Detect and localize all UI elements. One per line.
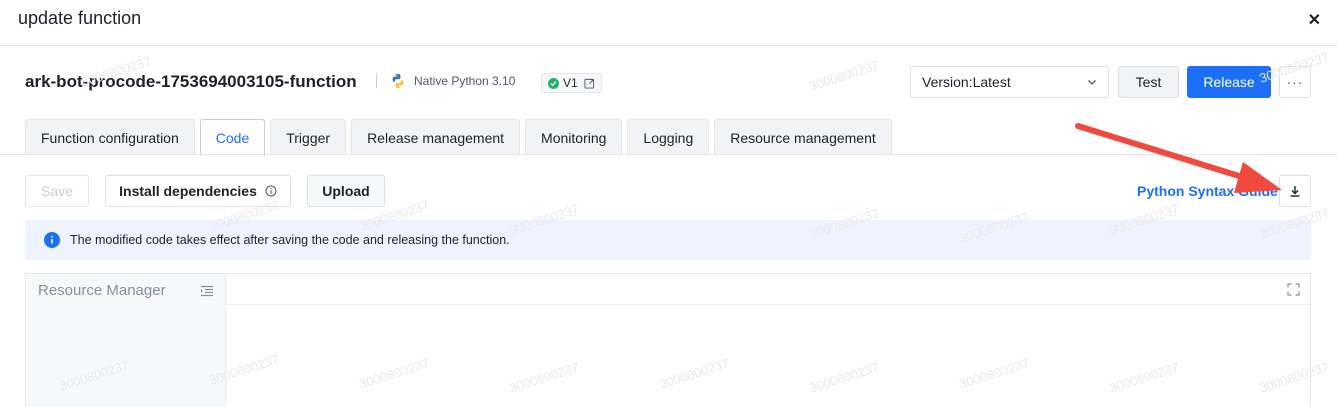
release-button[interactable]: Release xyxy=(1187,66,1271,98)
tab-logging[interactable]: Logging xyxy=(627,119,710,155)
version-badge-label: V1 xyxy=(563,76,578,90)
tab-release-management[interactable]: Release management xyxy=(351,119,521,155)
tab-function-configuration[interactable]: Function configuration xyxy=(25,119,195,155)
info-notice: The modified code takes effect after sav… xyxy=(25,220,1311,260)
download-button[interactable] xyxy=(1279,175,1311,207)
dialog-header: update function ✕ xyxy=(0,0,1337,46)
close-icon[interactable]: ✕ xyxy=(1308,10,1321,30)
resource-manager-panel: Resource Manager xyxy=(26,274,226,407)
python-icon xyxy=(392,74,404,88)
info-outline-icon xyxy=(265,185,277,197)
version-select-value: Version:Latest xyxy=(922,74,1011,90)
editor-tab-bar xyxy=(226,274,1310,305)
fullscreen-icon[interactable] xyxy=(1287,283,1300,296)
python-syntax-guide-link[interactable]: Python Syntax Guide xyxy=(1137,183,1278,199)
install-dependencies-label: Install dependencies xyxy=(119,183,257,199)
test-button[interactable]: Test xyxy=(1118,66,1179,98)
save-button[interactable]: Save xyxy=(25,175,89,207)
notice-text: The modified code takes effect after sav… xyxy=(70,233,510,247)
tab-code[interactable]: Code xyxy=(199,119,266,156)
resource-manager-title: Resource Manager xyxy=(38,282,166,299)
download-icon xyxy=(1290,186,1300,197)
tab-trigger[interactable]: Trigger xyxy=(270,119,347,155)
runtime-label: Native Python 3.10 xyxy=(390,73,515,89)
info-icon xyxy=(44,232,60,248)
tab-bar: Function configuration Code Trigger Rele… xyxy=(25,119,897,156)
install-dependencies-button[interactable]: Install dependencies xyxy=(105,175,291,207)
tab-resource-management[interactable]: Resource management xyxy=(714,119,892,155)
external-link-icon xyxy=(584,78,594,89)
tabs-divider xyxy=(0,154,1337,155)
watermark: 3000800237 xyxy=(807,57,881,94)
chevron-down-icon xyxy=(1088,80,1096,85)
check-circle-icon xyxy=(548,77,559,89)
more-options-button[interactable]: ··· xyxy=(1279,66,1311,98)
version-badge[interactable]: V1 xyxy=(541,73,602,93)
code-editor: Resource Manager xyxy=(25,273,1311,407)
upload-button[interactable]: Upload xyxy=(307,175,385,207)
divider xyxy=(376,74,377,88)
collapse-sidebar-icon[interactable] xyxy=(200,284,214,298)
dialog-title: update function xyxy=(18,8,142,28)
runtime-text: Native Python 3.10 xyxy=(414,74,516,88)
tab-monitoring[interactable]: Monitoring xyxy=(525,119,623,155)
version-select[interactable]: Version:Latest xyxy=(910,66,1109,98)
function-name: ark-bot-procode-1753694003105-function xyxy=(25,72,357,91)
